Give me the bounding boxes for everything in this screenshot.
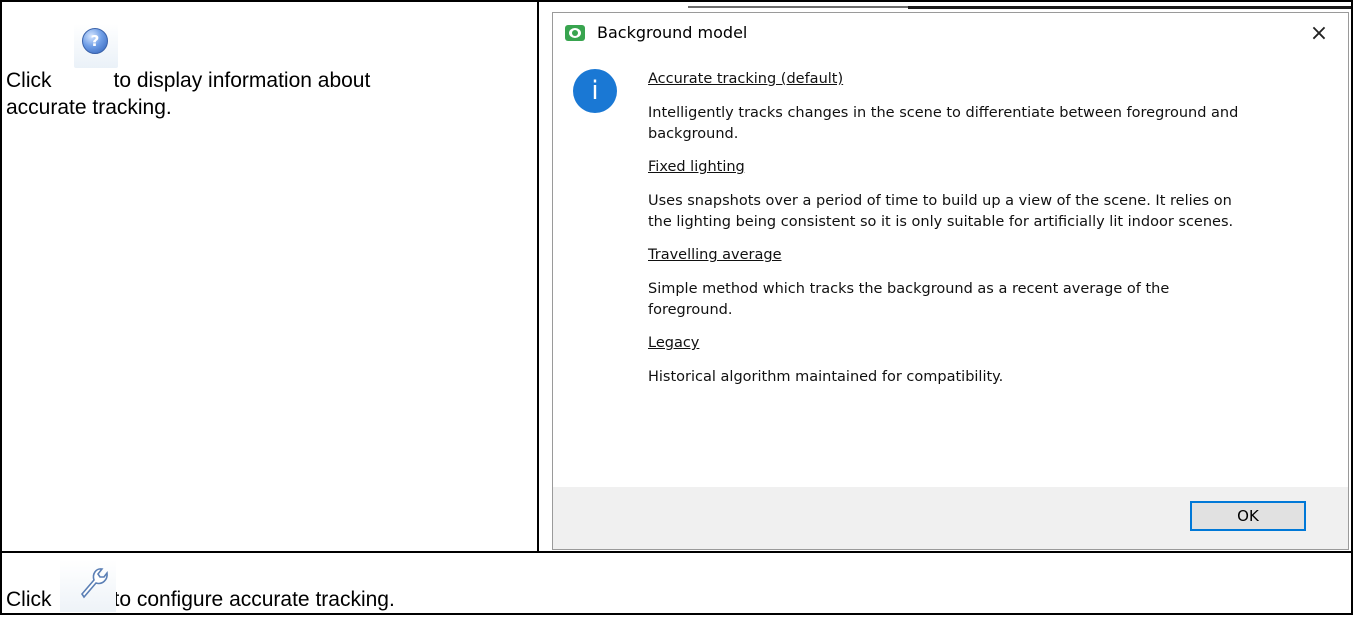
info-icon: i [573, 69, 617, 113]
heading-fixed-lighting: Fixed lighting [648, 159, 745, 175]
desc-accurate-tracking-2: background. [648, 126, 739, 142]
dialog-title: Background model [597, 23, 748, 42]
ok-button[interactable]: OK [1190, 501, 1306, 531]
desc-accurate-tracking-1: Intelligently tracks changes in the scen… [648, 105, 1239, 121]
desc-fixed-lighting-2: the lighting being consistent so it is o… [648, 214, 1234, 230]
heading-legacy: Legacy [648, 335, 700, 351]
instruction-line-2: accurate tracking. [6, 96, 172, 119]
desc-travelling-average-2: foreground. [648, 302, 733, 318]
desc-fixed-lighting-1: Uses snapshots over a period of time to … [648, 193, 1232, 209]
desc-travelling-average-1: Simple method which tracks the backgroun… [648, 281, 1170, 297]
help-icon[interactable]: ? [74, 24, 118, 68]
help-icon-glyph: ? [82, 28, 108, 54]
bottom-instruction-text: to configure accurate tracking. [113, 588, 395, 611]
dialog-titlebar: Background model × [553, 13, 1348, 53]
instruction-click-word: Click [6, 69, 52, 92]
close-button[interactable]: × [1304, 19, 1334, 49]
heading-accurate-tracking: Accurate tracking (default) [648, 71, 844, 87]
document-table: Click to display information about ? accu… [0, 0, 1353, 615]
heading-travelling-average: Travelling average [648, 247, 782, 263]
instruction-text-1: to display information about [113, 69, 371, 92]
background-window-edge [548, 2, 1351, 10]
desc-legacy-1: Historical algorithm maintained for comp… [648, 369, 1004, 385]
bottom-click-word: Click [6, 588, 52, 611]
wrench-icon[interactable] [60, 560, 116, 612]
dialog-footer: OK [553, 487, 1348, 549]
app-eye-icon [565, 25, 585, 41]
background-model-dialog: Background model × i Accurate tracking (… [552, 12, 1349, 550]
